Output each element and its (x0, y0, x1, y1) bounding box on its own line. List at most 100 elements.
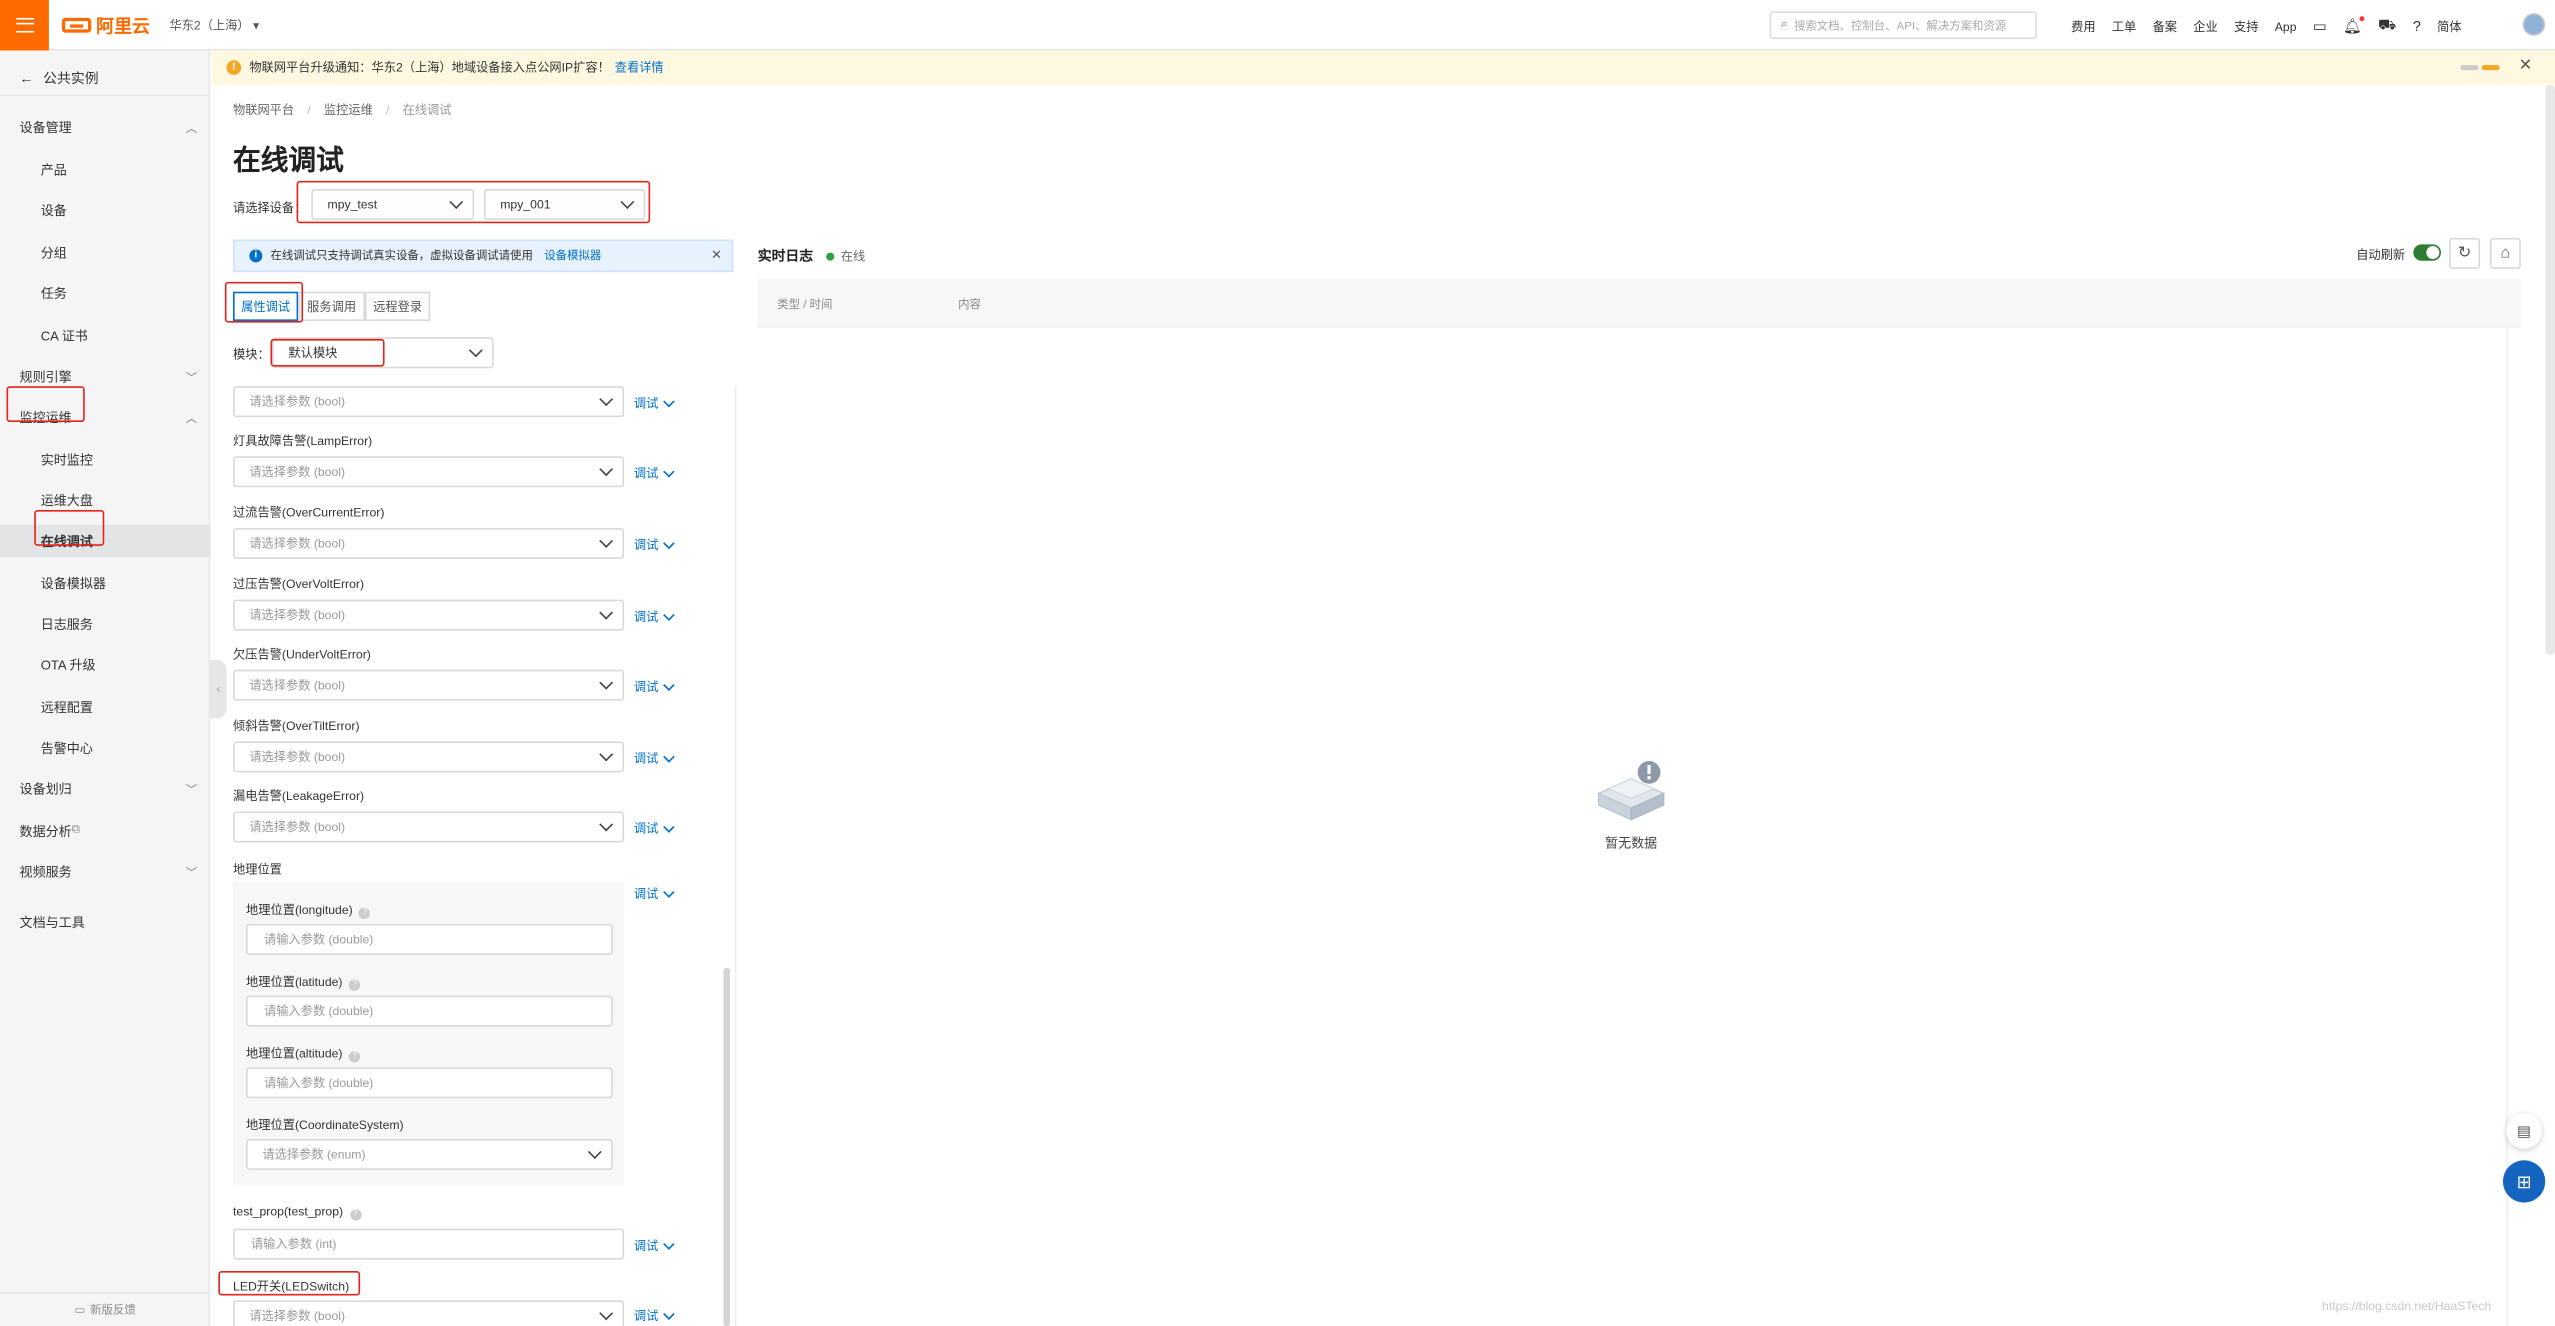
help-icon[interactable]: ? (349, 1050, 361, 1062)
geo-field-placeholder: 请选择参数 (enum) (262, 1147, 366, 1162)
debug-button[interactable]: 调试 (634, 750, 675, 768)
aliyun-logo[interactable]: 阿里云 (61, 13, 150, 37)
sidebar-item-label: 分组 (40, 245, 67, 260)
highlight-box-module (270, 338, 385, 367)
tab-service-call[interactable]: 服务调用 (298, 291, 366, 322)
debug-button[interactable]: 调试 (634, 820, 675, 838)
top-link-ticket[interactable]: 工单 (2112, 17, 2136, 35)
top-link-icp[interactable]: 备案 (2153, 17, 2177, 35)
highlight-box-tab (224, 281, 304, 323)
breadcrumb-iot-platform[interactable]: 物联网平台 (233, 103, 294, 118)
log-table-header: 类型 / 时间 内容 (757, 278, 2521, 328)
chevron-down-icon (599, 462, 614, 477)
close-icon[interactable]: ✕ (711, 248, 722, 263)
sidebar-item-13[interactable]: OTA 升级 (0, 649, 210, 682)
debug-button[interactable]: 调试 (634, 394, 675, 412)
sidebar-item-9[interactable]: 运维大盘 (0, 484, 210, 517)
top-link-enterprise[interactable]: 企业 (2193, 17, 2217, 35)
chevron-up-icon: ︿ (185, 123, 198, 136)
auto-refresh-toggle[interactable] (2413, 244, 2441, 261)
sidebar-item-3[interactable]: 分组 (0, 236, 210, 269)
geo-field-input[interactable]: 请输入参数 (double) (246, 1067, 613, 1099)
debug-button-test-prop[interactable]: 调试 (634, 1237, 675, 1255)
property-select[interactable]: 请选择参数 (bool) (233, 669, 625, 701)
sidebar-item-label: 设备模拟器 (40, 576, 106, 591)
caret-down-icon: ▾ (253, 17, 260, 33)
debug-button-geo[interactable]: 调试 (634, 885, 675, 903)
scrollbar-thumb[interactable] (723, 967, 731, 1326)
sidebar-item-0[interactable]: 设备管理 ︿ (0, 111, 210, 144)
property-select[interactable]: 请选择参数 (bool) (233, 386, 625, 418)
apps-icon[interactable]: ⊞ (2502, 1160, 2546, 1203)
geo-coordinate-system-select[interactable]: 请选择参数 (enum) (246, 1139, 613, 1170)
language-switch[interactable]: 简体 (2437, 17, 2461, 35)
sidebar-item-15[interactable]: 告警中心 (0, 732, 210, 765)
sidebar-item-4[interactable]: 任务 (0, 277, 210, 310)
breadcrumb: 物联网平台 / 监控运维 / 在线调试 (233, 102, 452, 118)
sidebar-item-11[interactable]: 设备模拟器 (0, 567, 210, 600)
sidebar-item-label: 产品 (40, 162, 67, 177)
debug-button[interactable]: 调试 (633, 678, 675, 696)
cart-icon[interactable]: ⛟ (2378, 16, 2396, 36)
sidebar-item-5[interactable]: CA 证书 (0, 319, 210, 352)
debug-button[interactable]: 调试 (634, 464, 675, 482)
sidebar-item-1[interactable]: 产品 (0, 153, 210, 186)
sidebar-item-label: 数据分析 (19, 823, 72, 839)
geo-field-input[interactable]: 请输入参数 (double) (246, 995, 613, 1027)
sidebar-item-10[interactable]: 在线调试 (0, 524, 211, 558)
chat-feedback-icon[interactable]: ▤ (2506, 1112, 2543, 1149)
chevron-down-icon: ﹀ (185, 785, 198, 797)
region-selector[interactable]: 华东2（上海） ▾ (169, 16, 259, 34)
help-icon[interactable]: ? (359, 906, 371, 919)
user-avatar[interactable] (2522, 13, 2546, 36)
property-select[interactable]: 请选择参数 (bool) (233, 811, 625, 843)
feedback-icon: ▭ (74, 1305, 86, 1317)
clear-log-button[interactable]: ⌂ (2489, 237, 2521, 269)
top-link-support[interactable]: 支持 (2234, 17, 2258, 35)
feedback-link[interactable]: ▭ 新版反馈 (0, 1292, 211, 1326)
close-icon[interactable]: ✕ (2519, 57, 2533, 75)
sidebar-item-2[interactable]: 设备 (0, 194, 210, 227)
notification-dot (2360, 15, 2365, 21)
sidebar-item-12[interactable]: 日志服务 (0, 608, 210, 641)
menu-button[interactable] (0, 0, 49, 51)
device-simulator-link[interactable]: 设备模拟器 (544, 248, 601, 264)
help-icon[interactable]: ? (349, 978, 361, 990)
debug-label: 调试 (633, 609, 659, 625)
led-switch-select[interactable]: 请选择参数 (bool) (233, 1300, 625, 1326)
sidebar-item-18[interactable]: 视频服务 ﹀ (0, 855, 210, 888)
bell-icon[interactable]: 🔔︎ (2343, 15, 2365, 35)
tab-remote-login[interactable]: 远程登录 (365, 291, 431, 322)
global-search-input[interactable]: ⌕ 搜索文档、控制台、API、解决方案和资源 (1769, 11, 2037, 40)
notice-pager[interactable] (2460, 65, 2500, 71)
sidebar-item-16[interactable]: 设备划归 ﹀ (0, 772, 210, 805)
property-select[interactable]: 请选择参数 (bool) (233, 456, 625, 488)
debug-button-led[interactable]: 调试 (634, 1307, 675, 1325)
property-select[interactable]: 请选择参数 (bool) (233, 527, 625, 559)
sidebar-back-public-instance[interactable]: ← 公共实例 (0, 60, 211, 97)
debug-button[interactable]: 调试 (634, 536, 675, 554)
debug-label: 调试 (633, 679, 659, 695)
top-link-billing[interactable]: 费用 (2071, 17, 2095, 35)
breadcrumb-monitoring[interactable]: 监控运维 (324, 103, 373, 118)
debug-button[interactable]: 调试 (633, 608, 675, 626)
geo-field-input[interactable]: 请输入参数 (double) (246, 923, 613, 955)
top-link-app[interactable]: App (2275, 19, 2297, 34)
refresh-button[interactable]: ↻ (2449, 237, 2481, 269)
help-icon[interactable]: ? (2413, 18, 2421, 34)
realtime-log-title: 实时日志 (757, 247, 814, 264)
cloud-shell-icon[interactable]: ▭ (2313, 17, 2327, 35)
sidebar-item-14[interactable]: 远程配置 (0, 691, 210, 724)
page-scrollbar[interactable] (2545, 84, 2555, 656)
property-select-placeholder: 请选择参数 (bool) (249, 677, 346, 693)
property-select[interactable]: 请选择参数 (bool) (233, 741, 625, 773)
notice-details-link[interactable]: 查看详情 (615, 59, 664, 77)
sidebar-item-17[interactable]: 数据分析 ⧉ (0, 815, 210, 848)
left-panel-scrollbar[interactable] (719, 386, 735, 1326)
sidebar-item-19[interactable]: 文档与工具 (0, 906, 210, 939)
sidebar-item-8[interactable]: 实时监控 (0, 443, 210, 476)
help-icon[interactable]: ? (349, 1208, 362, 1220)
property-select[interactable]: 请选择参数 (bool) (233, 599, 625, 631)
sidebar-collapse-handle[interactable]: ‹ (210, 659, 227, 719)
test-prop-input[interactable]: 请输入参数 (int) (233, 1228, 625, 1260)
